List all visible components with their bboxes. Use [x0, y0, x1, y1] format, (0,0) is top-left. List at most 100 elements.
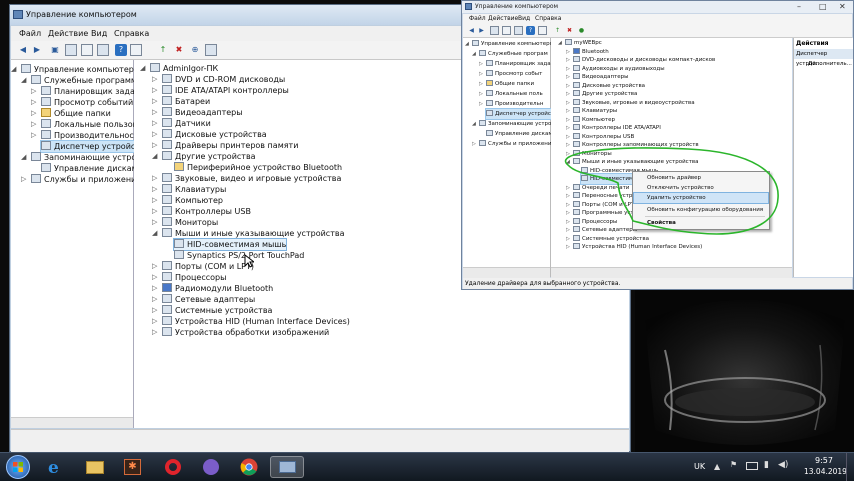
device-category[interactable]: ▷ Системные устройства: [152, 305, 272, 316]
left-horizontal-scrollbar[interactable]: [463, 267, 550, 278]
device-category[interactable]: ▷ Порты (COM и LPT): [152, 261, 254, 272]
collapse-arrow-icon[interactable]: ▷: [152, 118, 157, 129]
tree-node-storage[interactable]: ◢ Запоминающие устройст: [21, 152, 150, 163]
expand-arrow-icon[interactable]: ◢: [11, 64, 16, 75]
tree-node-disk-management[interactable]: Управление дисками: [41, 163, 143, 174]
collapse-arrow-icon[interactable]: ▷: [152, 272, 157, 283]
collapse-arrow-icon[interactable]: ▷: [479, 69, 483, 79]
action-device-manager[interactable]: Диспетчер устрой...: [794, 49, 853, 67]
collapse-arrow-icon[interactable]: ▷: [152, 140, 157, 151]
taskbar-viber[interactable]: [194, 456, 228, 478]
taskbar-chrome[interactable]: [232, 456, 266, 478]
tree-node-system-tools[interactable]: ◢ Служебные програм: [472, 49, 548, 59]
collapse-arrow-icon[interactable]: ▷: [31, 86, 36, 97]
network-icon[interactable]: ▮: [764, 460, 769, 470]
tree-node-shared-folders[interactable]: ▷ Общие папки: [31, 108, 111, 119]
expand-arrow-icon[interactable]: ◢: [472, 49, 476, 59]
device-category[interactable]: ▷ Компьютер: [152, 195, 223, 206]
expand-arrow-icon[interactable]: ◢: [152, 228, 157, 239]
back-arrow-icon[interactable]: ◀: [467, 26, 476, 35]
collapse-arrow-icon[interactable]: ▷: [152, 173, 157, 184]
expand-arrow-icon[interactable]: ◢: [465, 39, 469, 49]
device-category[interactable]: ◢ Мыши и иные указывающие устройства: [152, 228, 344, 239]
tree-node-performance[interactable]: ▷ Производительность: [31, 130, 143, 141]
taskbar-app[interactable]: ✱: [116, 456, 150, 478]
collapse-arrow-icon[interactable]: ▷: [152, 195, 157, 206]
expand-arrow-icon[interactable]: ◢: [152, 151, 157, 162]
collapse-arrow-icon[interactable]: ▷: [152, 96, 157, 107]
taskbar-explorer[interactable]: [78, 456, 112, 478]
scan-hardware-icon[interactable]: ⊕: [189, 44, 201, 56]
clock-time[interactable]: 9:57: [815, 456, 833, 465]
tree-node-task-scheduler[interactable]: ▷ Планировщик задани: [479, 59, 558, 69]
collapse-arrow-icon[interactable]: ▷: [479, 59, 483, 69]
collapse-arrow-icon[interactable]: ▷: [31, 97, 36, 108]
forward-arrow-icon[interactable]: ▶: [477, 26, 486, 35]
language-indicator[interactable]: UK: [694, 462, 705, 471]
tray-arrow-icon[interactable]: ▲: [714, 462, 720, 471]
taskbar-opera[interactable]: [156, 456, 190, 478]
menu-view[interactable]: Вид: [518, 15, 530, 22]
update-driver-icon[interactable]: ↑: [157, 44, 169, 56]
collapse-arrow-icon[interactable]: ▷: [152, 85, 157, 96]
show-desktop-button[interactable]: [846, 453, 854, 481]
expand-arrow-icon[interactable]: ◢: [21, 152, 26, 163]
collapse-arrow-icon[interactable]: ▷: [479, 79, 483, 89]
device-item-touchpad[interactable]: Synaptics PS/2 Port TouchPad: [174, 250, 304, 261]
expand-arrow-icon[interactable]: ◢: [21, 75, 26, 86]
device-category[interactable]: ▷ Видеоадаптеры: [152, 107, 243, 118]
menu-file[interactable]: Файл: [469, 15, 486, 22]
details-icon[interactable]: [97, 44, 109, 56]
disable-device-icon[interactable]: [205, 44, 217, 56]
battery-icon[interactable]: [746, 462, 758, 470]
list-view-icon[interactable]: [514, 26, 523, 35]
device-item-hid-mouse[interactable]: HID-совместимая мышь: [172, 238, 288, 251]
collapse-arrow-icon[interactable]: ▷: [152, 206, 157, 217]
tree-node-services[interactable]: ▷ Службы и приложения: [472, 139, 555, 149]
tree-node-disk-management[interactable]: Управление дисками: [486, 129, 556, 139]
collapse-arrow-icon[interactable]: ▷: [31, 119, 36, 130]
uninstall-device-icon[interactable]: ✖: [565, 26, 574, 35]
menu-help[interactable]: Справка: [114, 29, 149, 38]
expand-arrow-icon[interactable]: ◢: [558, 38, 562, 48]
update-driver-icon[interactable]: ↑: [553, 26, 562, 35]
action-more[interactable]: Дополнитель...: [808, 61, 852, 67]
menu-action[interactable]: Действие: [488, 15, 518, 22]
device-category[interactable]: ◢ Другие устройства: [152, 151, 256, 162]
collapse-arrow-icon[interactable]: ▷: [479, 99, 483, 109]
expand-arrow-icon[interactable]: ◢: [472, 119, 476, 129]
device-category[interactable]: ▷ Батареи: [152, 96, 210, 107]
folder-up-icon[interactable]: [490, 26, 499, 35]
volume-icon[interactable]: ◀): [778, 460, 788, 470]
device-root[interactable]: ◢ AdminIgor-ПК: [140, 63, 218, 74]
device-category[interactable]: ▷ Датчики: [152, 118, 211, 129]
device-category[interactable]: ▷ Дисковые устройства: [152, 129, 267, 140]
tree-node-local-users[interactable]: ▷ Локальные поль: [479, 89, 543, 99]
collapse-arrow-icon[interactable]: ▷: [31, 130, 36, 141]
left-horizontal-scrollbar[interactable]: [11, 417, 133, 428]
tree-node-services[interactable]: ▷ Службы и приложения: [21, 174, 141, 185]
tree-node-shared-folders[interactable]: ▷ Общие папки: [479, 79, 534, 89]
collapse-arrow-icon[interactable]: ▷: [479, 89, 483, 99]
collapse-arrow-icon[interactable]: ▷: [152, 217, 157, 228]
tree-node-device-manager[interactable]: Диспетчер устройств: [484, 108, 559, 120]
collapse-arrow-icon[interactable]: ▷: [31, 108, 36, 119]
windows-start-icon[interactable]: [6, 455, 30, 479]
help-icon[interactable]: ?: [115, 44, 127, 56]
device-category[interactable]: ▷ Устройства HID (Human Interface Devices…: [152, 316, 350, 327]
collapse-arrow-icon[interactable]: ▷: [566, 242, 570, 252]
collapse-arrow-icon[interactable]: ▷: [152, 305, 157, 316]
scan-hardware-icon[interactable]: ●: [577, 26, 586, 35]
show-hide-tree-icon[interactable]: [65, 44, 77, 56]
forward-arrow-icon[interactable]: ▶: [31, 44, 43, 56]
tree-node-system-tools[interactable]: ◢ Служебные программы: [21, 75, 143, 86]
device-category[interactable]: ▷ Контроллеры USB: [152, 206, 251, 217]
collapse-arrow-icon[interactable]: ▷: [21, 174, 26, 185]
collapse-arrow-icon[interactable]: ▷: [472, 139, 476, 149]
device-category[interactable]: ▷ Устройства HID (Human Interface Devices…: [566, 242, 702, 252]
folder-up-icon[interactable]: ▣: [49, 44, 61, 56]
uninstall-device-icon[interactable]: ✖: [173, 44, 185, 56]
menu-file[interactable]: Файл: [19, 29, 41, 38]
maximize-icon[interactable]: □: [819, 2, 827, 11]
collapse-arrow-icon[interactable]: ▷: [152, 316, 157, 327]
